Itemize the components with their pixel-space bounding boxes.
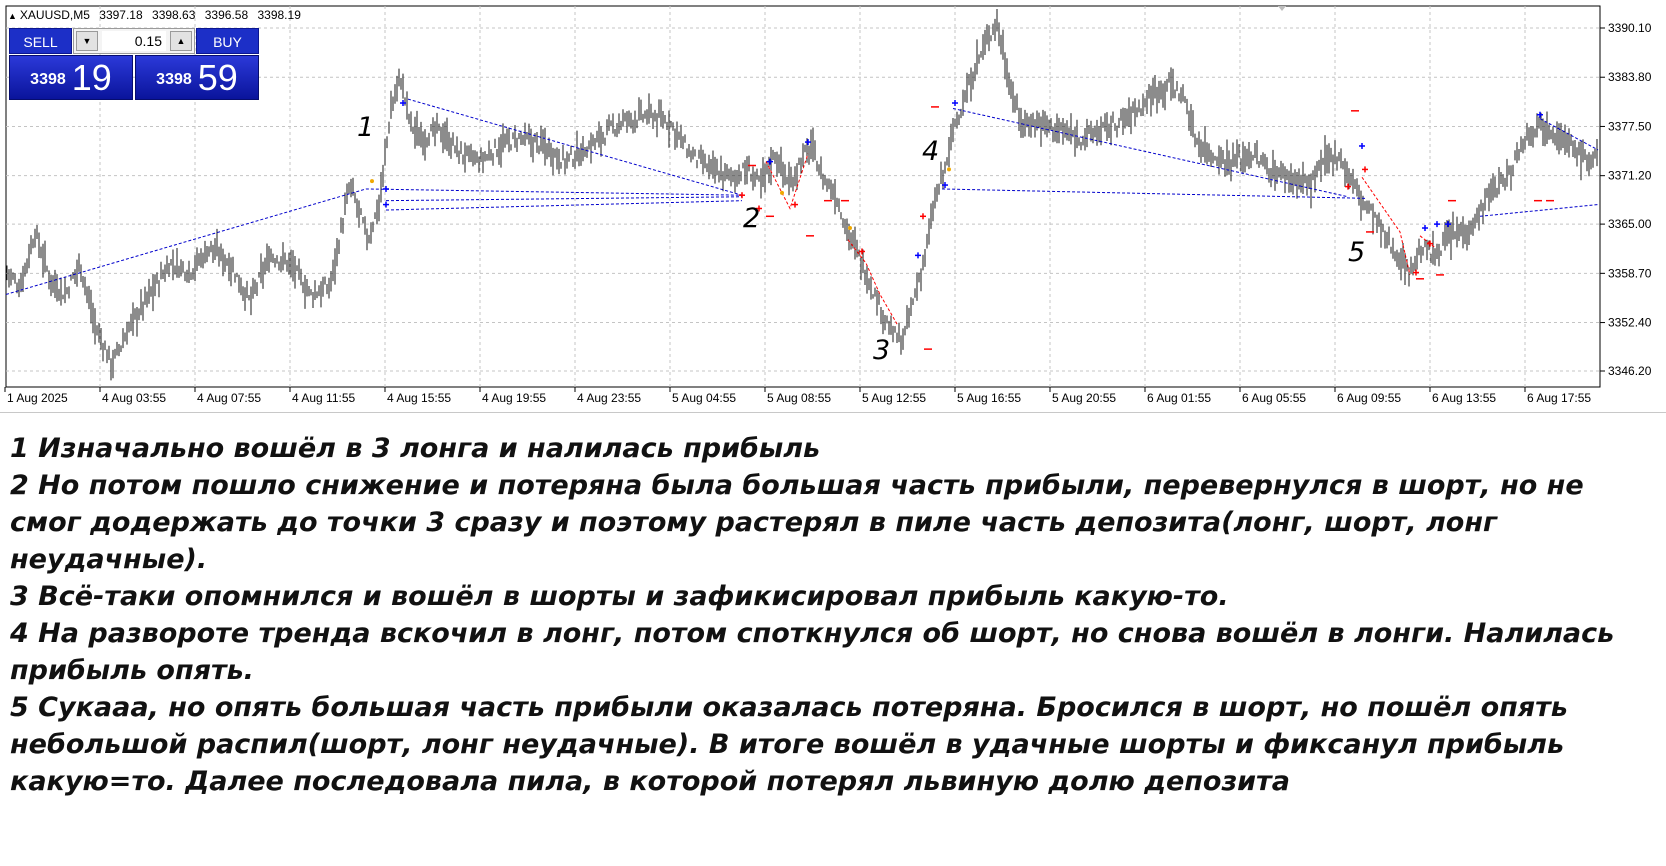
buy-entry-marker <box>1359 142 1365 149</box>
time-label: 5 Aug 04:55 <box>672 391 736 405</box>
buy-entry-marker <box>952 100 958 107</box>
trade-line <box>385 196 743 202</box>
collapse-triangle-icon[interactable]: ▲ <box>8 11 17 21</box>
trade-line <box>1479 204 1599 217</box>
note-2: 2 Но потом пошло снижение и потеряна был… <box>10 470 1584 575</box>
sell-button[interactable]: SELL <box>9 28 72 54</box>
symbol-name: XAUUSD,M5 <box>19 8 90 22</box>
price-label: 3352.40 <box>1608 316 1652 330</box>
close-buy-marker <box>947 167 951 172</box>
close-buy-marker <box>780 190 784 195</box>
time-label: 4 Aug 07:55 <box>197 391 261 405</box>
wave-label-3: 3 <box>873 335 891 366</box>
note-1: 1 Изначально вошёл в 3 лонга и налилась … <box>10 433 821 464</box>
buy-price-small: 3398 <box>156 71 192 88</box>
trade-line <box>941 188 1366 199</box>
sell-entry-marker <box>739 192 745 199</box>
price-label: 3358.70 <box>1608 266 1652 280</box>
one-click-trading-panel: SELL ▼ ▲ BUY 3398 19 3398 59 <box>9 28 259 100</box>
price-label: 3365.00 <box>1608 217 1652 231</box>
buy-entry-marker <box>767 158 773 165</box>
buy-price-quote[interactable]: 3398 59 <box>135 55 259 100</box>
price-label: 3390.10 <box>1608 21 1652 35</box>
chart-window[interactable]: 3390.10 3383.80 3377.50 3371.20 3365.00 3358.… <box>0 0 1666 413</box>
buy-entry-marker <box>383 201 389 208</box>
close-buy-marker <box>848 226 852 231</box>
wave-label-1: 1 <box>357 112 375 143</box>
trade-notes: 1 Изначально вошёл в 3 лонга и налилась … <box>10 430 1656 800</box>
lot-decrease-icon[interactable]: ▼ <box>76 31 98 51</box>
price-label: 3377.50 <box>1608 119 1652 133</box>
time-label: 4 Aug 03:55 <box>102 391 166 405</box>
time-label: 5 Aug 12:55 <box>862 391 926 405</box>
wave-label-2: 2 <box>743 203 761 234</box>
ohlc-open: 3397.18 <box>99 8 143 22</box>
wave-label-5: 5 <box>1348 237 1366 268</box>
sell-entry-marker <box>1413 269 1419 276</box>
lot-size-control: ▼ ▲ <box>73 28 195 54</box>
time-label: 1 Aug 2025 <box>7 391 68 405</box>
buy-entry-marker <box>383 185 389 192</box>
note-3: 3 Всё-таки опомнился и вошёл в шорты и з… <box>10 581 1229 612</box>
sell-price-quote[interactable]: 3398 19 <box>9 55 133 100</box>
sell-entry-marker <box>1362 166 1368 173</box>
trade-line <box>5 188 743 295</box>
time-label: 6 Aug 09:55 <box>1337 391 1401 405</box>
time-label: 4 Aug 19:55 <box>482 391 546 405</box>
time-label: 6 Aug 01:55 <box>1147 391 1211 405</box>
ohlc-high: 3398.63 <box>152 8 196 22</box>
time-label: 4 Aug 11:55 <box>292 391 355 405</box>
buy-entry-marker <box>915 252 921 259</box>
shift-indicator-icon <box>1278 6 1286 11</box>
time-label: 4 Aug 15:55 <box>387 391 451 405</box>
close-buy-marker <box>370 179 374 184</box>
sell-entry-marker <box>920 213 926 220</box>
time-label: 5 Aug 20:55 <box>1052 391 1116 405</box>
price-label: 3371.20 <box>1608 169 1652 183</box>
ohlc-close: 3398.19 <box>257 8 301 22</box>
time-label: 5 Aug 08:55 <box>767 391 831 405</box>
trade-line <box>385 200 743 211</box>
price-label: 3346.20 <box>1608 364 1652 378</box>
buy-entry-marker <box>1422 225 1428 232</box>
sell-price-big: 19 <box>71 57 112 98</box>
time-label: 6 Aug 05:55 <box>1242 391 1306 405</box>
note-4: 4 На развороте тренда вскочил в лонг, по… <box>10 618 1615 686</box>
note-5: 5 Сукааа, но опять большая часть прибыли… <box>10 692 1568 797</box>
lot-increase-icon[interactable]: ▲ <box>170 31 192 51</box>
buy-entry-marker <box>1445 221 1451 228</box>
sell-entry-marker <box>1345 183 1351 190</box>
buy-entry-marker <box>1537 111 1543 118</box>
buy-entry-marker <box>1434 221 1440 228</box>
buy-price-big: 59 <box>197 57 238 98</box>
price-label: 3383.80 <box>1608 70 1652 84</box>
wave-label-4: 4 <box>922 136 940 167</box>
buy-entry-marker <box>805 139 811 146</box>
time-label: 6 Aug 17:55 <box>1527 391 1591 405</box>
buy-button[interactable]: BUY <box>196 28 259 54</box>
sell-price-small: 3398 <box>30 71 66 88</box>
time-label: 4 Aug 23:55 <box>577 391 641 405</box>
time-label: 6 Aug 13:55 <box>1432 391 1496 405</box>
time-label: 5 Aug 16:55 <box>957 391 1021 405</box>
symbol-info: ▲ XAUUSD,M5 3397.18 3398.63 3396.58 3398.… <box>8 8 301 22</box>
lot-size-input[interactable] <box>102 31 166 51</box>
sell-entry-marker <box>792 201 798 208</box>
ohlc-low: 3396.58 <box>204 8 249 22</box>
